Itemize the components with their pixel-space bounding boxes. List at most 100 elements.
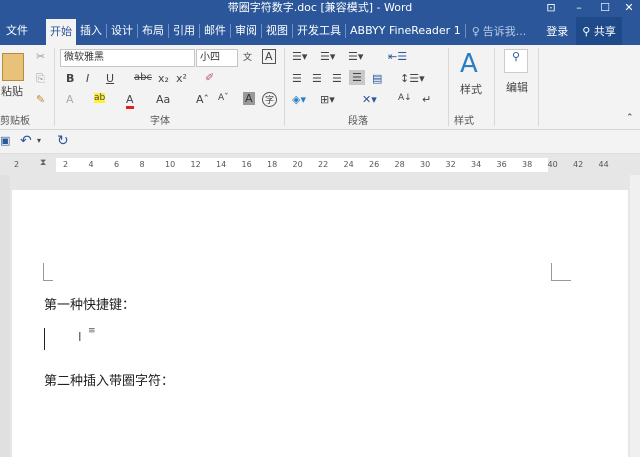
ruler-tick-label: 34 (471, 160, 482, 169)
ibeam-cursor-icon: Ι (78, 330, 82, 344)
doc-line-2[interactable]: 第二种插入带圈字符： (44, 370, 174, 389)
ruler-tick-label: 14 (216, 160, 227, 169)
font-name-select[interactable]: 微软雅黑 (60, 49, 195, 67)
char-border-icon[interactable]: A (262, 49, 276, 64)
subscript-icon[interactable]: x₂ (158, 72, 169, 85)
divider (494, 48, 495, 126)
char-shading-icon[interactable]: A (243, 92, 255, 105)
styles-button[interactable]: 样式 (460, 81, 482, 97)
paste-button[interactable]: 粘贴 (1, 83, 23, 99)
strikethrough-icon[interactable]: abc (134, 72, 152, 83)
align-left-icon[interactable]: ☰ (292, 72, 302, 85)
tab-mailings[interactable]: 邮件 (200, 24, 231, 38)
save-icon[interactable]: ▣ (0, 134, 10, 147)
doc-line-1[interactable]: 第一种快捷键： (44, 294, 135, 313)
group-clipboard: 剪贴板 (0, 116, 30, 127)
undo-dropdown-icon[interactable]: ▾ (37, 136, 41, 145)
ruler-tick-label: 28 (394, 160, 405, 169)
ruler-tick-label: 32 (445, 160, 456, 169)
tab-file[interactable]: 文件 (0, 24, 32, 38)
shrink-font-icon[interactable]: Aˇ (218, 93, 229, 103)
shading-icon[interactable]: ◈▾ (292, 93, 306, 106)
text-cursor (44, 328, 45, 350)
align-center-icon[interactable]: ☰ (312, 72, 322, 85)
ruler-tick-label: 42 (573, 160, 584, 169)
indent-marker[interactable]: ⧗ (40, 158, 46, 168)
show-marks-icon[interactable]: ↵ (422, 93, 431, 106)
document-page[interactable] (12, 190, 628, 457)
justify-icon[interactable]: ☰ (349, 70, 365, 85)
clear-format-icon[interactable]: ✐ (205, 71, 214, 84)
ruler-tick-label: 44 (598, 160, 609, 169)
distributed-icon[interactable]: ▤ (372, 72, 382, 85)
font-size-select[interactable]: 小四 (196, 49, 238, 67)
bullets-icon[interactable]: ☰▾ (292, 50, 307, 63)
ruler-tick-label: 2 (63, 160, 69, 169)
ruler-tick-label: 6 (114, 160, 120, 169)
tab-view[interactable]: 视图 (262, 24, 293, 38)
text-effects-icon[interactable]: A (66, 93, 74, 106)
borders-icon[interactable]: ⊞▾ (320, 93, 335, 106)
find-icon[interactable]: ⚲ (504, 49, 528, 73)
numbering-icon[interactable]: ☰▾ (320, 50, 335, 63)
underline-icon[interactable]: U (106, 72, 114, 85)
grow-font-icon[interactable]: Aˆ (196, 93, 209, 106)
divider (538, 48, 539, 126)
vertical-scrollbar[interactable] (630, 175, 640, 457)
italic-icon[interactable]: I (86, 72, 89, 85)
ruler-tick-label: 22 (318, 160, 329, 169)
click-type-icon: ≡ (88, 326, 96, 336)
superscript-icon[interactable]: x² (176, 72, 187, 85)
enclose-char-icon[interactable]: 字 (262, 92, 278, 107)
ruler-tick-label: 40 (547, 160, 558, 169)
chinese-layout-icon[interactable]: ✕▾ (362, 93, 377, 106)
format-painter-icon[interactable]: ✎ (36, 93, 45, 106)
redo-icon[interactable]: ↻ (57, 133, 69, 149)
tab-references[interactable]: 引用 (169, 24, 200, 38)
user-icon: ⚲ (582, 25, 591, 38)
highlight-icon[interactable]: ab (94, 93, 106, 103)
ruler-tick-label: 24 (343, 160, 354, 169)
vertical-ruler (0, 175, 10, 457)
ruler-tick-label: 4 (88, 160, 94, 169)
tab-developer[interactable]: 开发工具 (293, 24, 346, 38)
margin-corner (43, 263, 53, 281)
sort-icon[interactable]: A↓ (398, 93, 412, 103)
decrease-indent-icon[interactable]: ⇤☰ (388, 50, 407, 63)
tab-design[interactable]: 设计 (107, 24, 138, 38)
minimize-button[interactable]: – (568, 0, 590, 15)
ruler-tick-label: 36 (496, 160, 507, 169)
line-spacing-icon[interactable]: ↕☰▾ (400, 72, 425, 85)
ruler-tick-label: 20 (292, 160, 303, 169)
tab-home[interactable]: 开始 (46, 19, 76, 45)
tab-layout[interactable]: 布局 (138, 24, 169, 38)
change-case-icon[interactable]: Aa (156, 93, 170, 106)
align-right-icon[interactable]: ☰ (332, 72, 342, 85)
tab-insert[interactable]: 插入 (76, 24, 107, 38)
font-color-icon[interactable]: A (126, 93, 134, 109)
paste-icon[interactable] (2, 53, 24, 81)
ruler-tick-label: 18 (267, 160, 278, 169)
ruler-tick-label: 10 (165, 160, 176, 169)
collapse-ribbon-icon[interactable]: ⌃ (626, 113, 634, 123)
styles-icon[interactable]: A (460, 49, 478, 79)
tab-abbyy[interactable]: ABBYY FineReader 1 (346, 24, 466, 38)
group-paragraph: 段落 (348, 116, 368, 127)
ruler-tick-label: 38 (522, 160, 533, 169)
maximize-button[interactable]: ☐ (594, 0, 616, 15)
copy-icon[interactable]: ⎘ (36, 72, 45, 86)
ribbon-display-button[interactable]: ⊡ (540, 0, 562, 15)
share-button[interactable]: ⚲ 共享 (576, 17, 622, 45)
undo-icon[interactable]: ↶ (20, 133, 32, 149)
tell-me-input[interactable]: 告诉我... (483, 23, 527, 39)
tab-review[interactable]: 审阅 (231, 24, 262, 38)
cut-icon[interactable]: ✂ (36, 50, 45, 63)
divider (284, 48, 285, 126)
multilevel-list-icon[interactable]: ☰▾ (348, 50, 363, 63)
bold-icon[interactable]: B (66, 72, 74, 85)
close-button[interactable]: ✕ (618, 0, 640, 15)
editing-button[interactable]: 编辑 (506, 79, 528, 95)
login-link[interactable]: 登录 (546, 23, 568, 39)
phonetic-guide-icon[interactable]: 文 (243, 50, 252, 63)
lightbulb-icon: ♀ (471, 24, 480, 38)
